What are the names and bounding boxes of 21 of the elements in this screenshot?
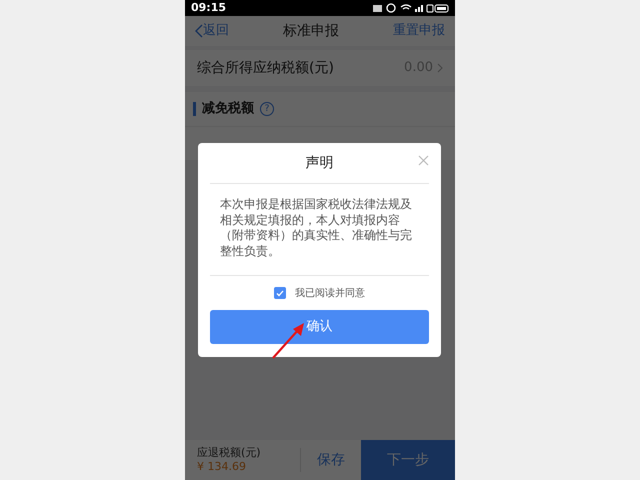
- section-title: 减免税额: [202, 100, 254, 118]
- agree-label: 我已阅读并同意: [295, 286, 365, 300]
- next-button[interactable]: 下一步: [361, 440, 455, 480]
- confirm-button[interactable]: 确认: [210, 310, 429, 344]
- close-icon[interactable]: [418, 155, 429, 166]
- chevron-left-icon: [195, 24, 203, 38]
- refund-amount: ¥ 134.69: [197, 460, 247, 474]
- row-label: 综合所得应纳税额(元): [197, 58, 334, 78]
- section-marker-icon: [193, 102, 196, 116]
- dialog-title: 声明: [306, 154, 334, 172]
- refund-label: 应退税额(元): [197, 446, 262, 460]
- dialog-message: 本次申报是根据国家税收法律法规及相关规定填报的，本人对填报内容（附带资料）的真实性、准确性与完整性负责。: [210, 184, 429, 276]
- agree-checkbox[interactable]: [274, 287, 286, 299]
- check-icon: [276, 290, 284, 296]
- help-icon[interactable]: ?: [260, 102, 274, 116]
- page-title: 标准申报: [283, 22, 339, 40]
- chevron-right-icon: [437, 63, 443, 73]
- clock-time: 09:15: [191, 0, 226, 16]
- arrow-annotation: [271, 320, 307, 360]
- back-button[interactable]: 返回: [195, 21, 229, 41]
- reset-button[interactable]: 重置申报: [393, 21, 445, 41]
